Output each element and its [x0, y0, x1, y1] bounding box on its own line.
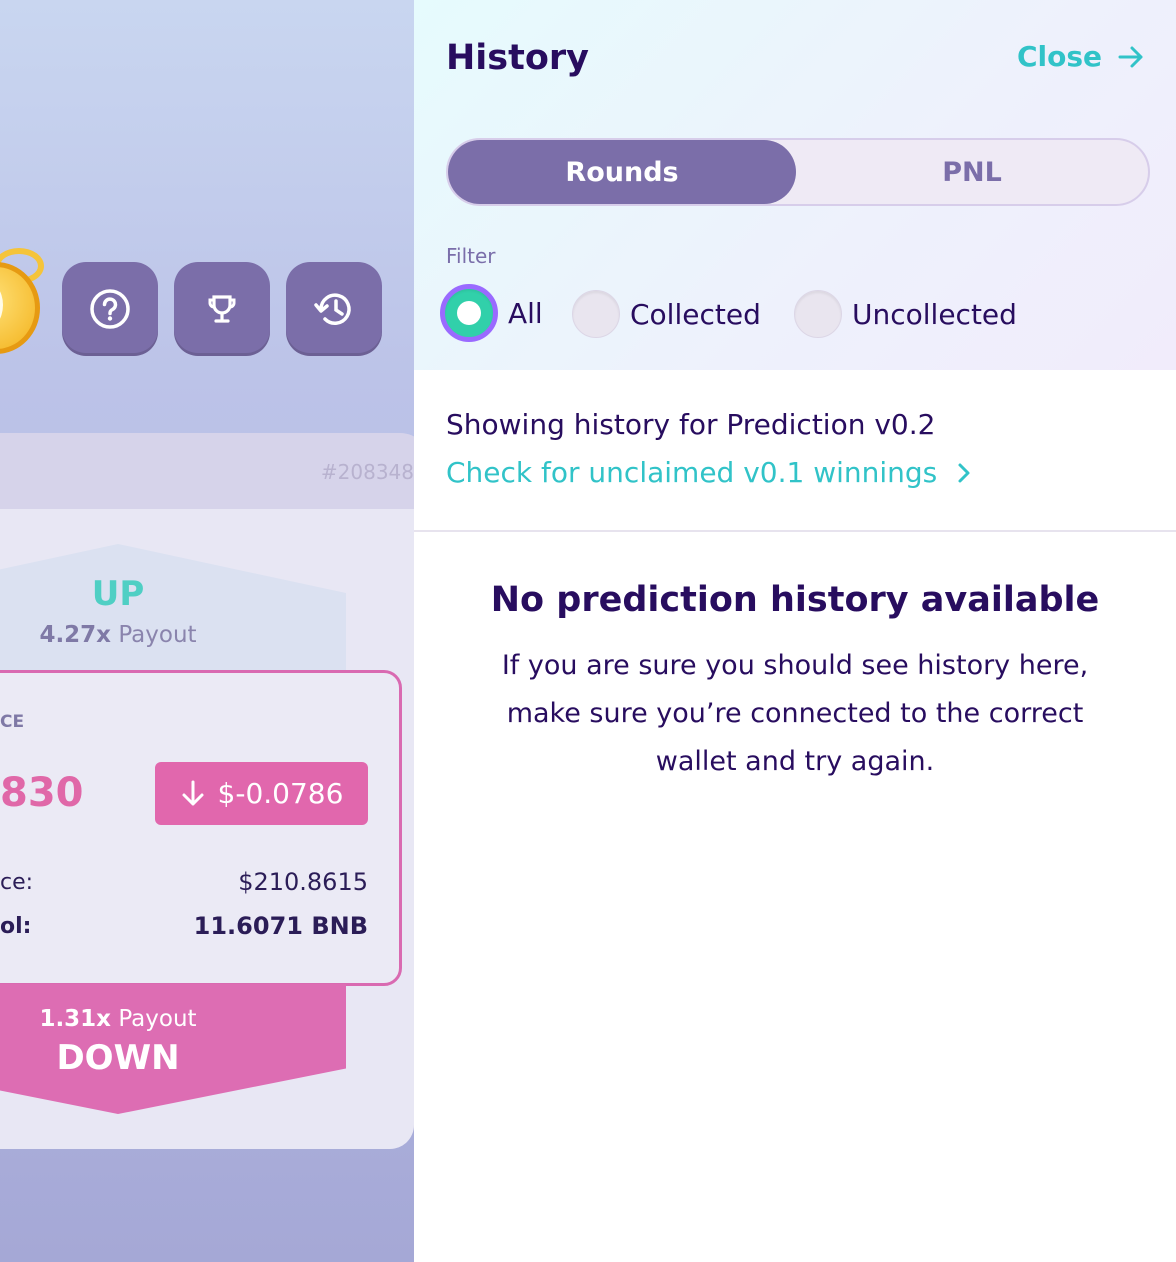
- round-id: #208348: [320, 460, 414, 484]
- down-label: DOWN: [56, 1038, 180, 1078]
- close-button[interactable]: Close: [1017, 40, 1146, 73]
- empty-state-text: If you are sure you should see history h…: [501, 650, 1089, 777]
- price-delta-badge: $-0.0786: [155, 762, 368, 825]
- up-payout-word: Payout: [118, 622, 197, 648]
- up-payout-multiplier: 4.27x: [39, 622, 112, 648]
- filter-label: Filter: [446, 244, 496, 268]
- divider: [414, 530, 1176, 532]
- price-delta-value: $-0.0786: [217, 777, 344, 810]
- down-payout-word: Payout: [118, 1006, 197, 1032]
- history-icon: [314, 293, 351, 325]
- unclaimed-winnings-link[interactable]: Check for unclaimed v0.1 winnings: [446, 456, 975, 489]
- down-payout: 1.31x Payout: [0, 1006, 236, 1032]
- up-payout: 4.27x Payout: [0, 622, 236, 648]
- price-value: 830: [0, 770, 84, 816]
- locked-price-label: ce:: [0, 870, 34, 895]
- round-card-header: #208348: [0, 433, 414, 511]
- filter-option-all[interactable]: All: [440, 284, 543, 342]
- history-panel: History Close Rounds PNL Filter All Coll…: [414, 0, 1176, 1262]
- help-button[interactable]: [62, 262, 158, 356]
- filter-option-uncollected-label: Uncollected: [852, 297, 1017, 331]
- version-info: Showing history for Prediction v0.2: [446, 408, 936, 441]
- empty-state-title: No prediction history available: [490, 580, 1100, 620]
- unclaimed-winnings-label: Check for unclaimed v0.1 winnings: [446, 456, 938, 489]
- tab-rounds[interactable]: Rounds: [448, 140, 796, 204]
- history-button[interactable]: [286, 262, 382, 356]
- arrow-right-icon: [1118, 46, 1143, 67]
- down-payout-multiplier: 1.31x: [39, 1006, 112, 1032]
- radio-collected[interactable]: [572, 290, 620, 338]
- up-label: UP: [91, 574, 145, 614]
- history-tabs: Rounds PNL: [446, 138, 1150, 206]
- prediction-background: #208348 UP 4.27x Payout CE 830 $-0.0786 …: [0, 0, 414, 1262]
- chevron-right-icon: [958, 463, 970, 482]
- close-label: Close: [1016, 40, 1102, 73]
- prize-pool-label: ol:: [0, 914, 32, 939]
- prize-pool-value: 11.6071 BNB: [193, 912, 368, 940]
- arrow-down-icon: [182, 780, 204, 805]
- trophy-icon: [208, 295, 236, 323]
- locked-price-value: $210.8615: [238, 868, 368, 896]
- radio-uncollected[interactable]: [794, 290, 842, 338]
- radio-all[interactable]: [440, 284, 498, 342]
- filter-option-collected-label: Collected: [630, 297, 761, 331]
- leaderboard-button[interactable]: [174, 262, 270, 356]
- history-panel-header: History Close Rounds PNL Filter All Coll…: [414, 0, 1176, 370]
- tab-pnl[interactable]: PNL: [796, 140, 1148, 204]
- filter-option-collected[interactable]: Collected: [572, 290, 761, 338]
- panel-title: History: [446, 38, 589, 78]
- filter-option-uncollected[interactable]: Uncollected: [794, 290, 1017, 338]
- help-icon: [90, 289, 130, 329]
- price-caption: CE: [0, 712, 25, 732]
- filter-option-all-label: All: [508, 296, 543, 330]
